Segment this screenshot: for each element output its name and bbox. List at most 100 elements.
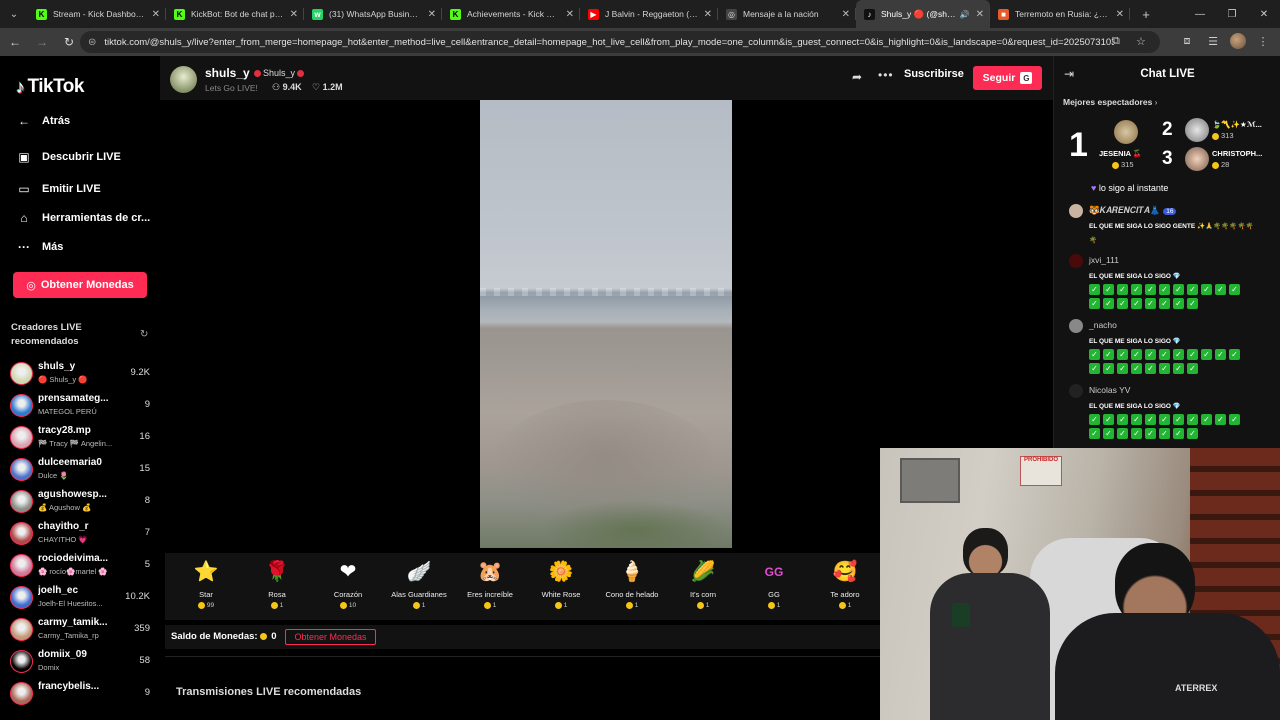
subscribe-button[interactable]: Suscribirse bbox=[904, 68, 964, 80]
chat-text: EL QUE ME SIGA LO SIGO 💎 bbox=[1089, 273, 1181, 280]
recommended-creator[interactable]: dulceemaria0 Dulce 🌷 15 bbox=[10, 455, 155, 485]
gift-item[interactable]: ⭐ Star 99 bbox=[174, 559, 238, 609]
maximize-icon[interactable]: ❐ bbox=[1216, 0, 1248, 28]
translate-icon[interactable]: ⧉ bbox=[1112, 35, 1120, 48]
recommended-creator[interactable]: tracy28.mp 🏁 Tracy 🏁 Angelin... 16 bbox=[10, 423, 155, 453]
check-emoji-icon: ✓ bbox=[1131, 349, 1142, 360]
reload-icon[interactable]: ↻ bbox=[57, 30, 81, 54]
forward-icon[interactable]: → bbox=[30, 30, 54, 54]
recommended-creator[interactable]: chayitho_r CHAYITHO 💗 7 bbox=[10, 519, 155, 549]
chat-message[interactable]: _nacho EL QUE ME SIGA LO SIGO 💎 ✓ ✓ ✓ ✓ ✓ ✓ ✓ ✓ ✓ ✓… bbox=[1069, 319, 1269, 379]
gift-cost: 10 bbox=[316, 602, 380, 609]
browser-tab[interactable]: ♪ Shuls_y 🔴 (@shul... 🔊 ✕ bbox=[856, 0, 990, 28]
recommended-creator[interactable]: agushowesp... 💰 Agushow 💰 8 bbox=[10, 487, 155, 517]
tab-close-icon[interactable]: ✕ bbox=[152, 9, 160, 20]
chat-message[interactable]: Nicolas YV EL QUE ME SIGA LO SIGO 💎 ✓ ✓ ✓ ✓ ✓ ✓… bbox=[1069, 384, 1269, 444]
browser-tab[interactable]: K Achievements - Kick Dash... ✕ bbox=[442, 0, 580, 28]
top-viewers-label[interactable]: Mejores espectadores › bbox=[1063, 97, 1158, 107]
chat-username[interactable]: jxvi_111 bbox=[1089, 255, 1119, 265]
get-coins-button[interactable]: ◎ Obtener Monedas bbox=[13, 272, 147, 298]
gift-cost: 1 bbox=[600, 602, 664, 609]
tab-close-icon[interactable]: ✕ bbox=[1116, 9, 1124, 20]
gift-item[interactable]: 🪽 Alas Guardianes 1 bbox=[387, 559, 451, 609]
tab-search-icon[interactable]: ⌄ bbox=[0, 0, 28, 28]
chat-user-avatar[interactable] bbox=[1069, 204, 1083, 218]
browser-tab-bar: ⌄ K Stream - Kick Dashboard ✕ K KickBot: Bot… bbox=[0, 0, 1280, 28]
chat-user-avatar[interactable] bbox=[1069, 384, 1083, 398]
profile-avatar[interactable] bbox=[1230, 33, 1246, 49]
creator-name: prensamateg... bbox=[38, 393, 109, 404]
recommended-creator[interactable]: joelh_ec Joelh-El Huesitos... 10.2K bbox=[10, 583, 155, 613]
streamer-avatar[interactable] bbox=[170, 66, 197, 93]
creator-name: shuls_y bbox=[38, 361, 76, 372]
sidebar-item-0[interactable]: ← Atrás bbox=[16, 114, 70, 128]
check-emoji-icon: ✓ bbox=[1159, 284, 1170, 295]
recommended-creator[interactable]: francybelis... 9 bbox=[10, 679, 155, 709]
browser-tab[interactable]: ■ Terremoto en Rusia: ¿A q... ✕ bbox=[990, 0, 1130, 28]
gift-item[interactable]: 🌽 It's corn 1 bbox=[671, 559, 735, 609]
extensions-icon[interactable]: ⧈ bbox=[1178, 32, 1196, 50]
recommended-creator[interactable]: rociodeivima... 🌸 rocío🌸martel 🌸 5 bbox=[10, 551, 155, 581]
tab-close-icon[interactable]: ✕ bbox=[290, 9, 298, 20]
close-window-icon[interactable]: ✕ bbox=[1248, 0, 1280, 28]
streamer-name[interactable]: shuls_y bbox=[205, 66, 250, 80]
bookmark-star-icon[interactable]: ☆ bbox=[1136, 35, 1146, 48]
balance-value: 0 bbox=[271, 631, 277, 642]
chat-user-avatar[interactable] bbox=[1069, 319, 1083, 333]
gift-item[interactable]: 🥰 Te adoro 1 bbox=[813, 559, 877, 609]
chat-user-avatar[interactable] bbox=[1069, 254, 1083, 268]
browser-tab[interactable]: w (31) WhatsApp Business ✕ bbox=[304, 0, 442, 28]
back-icon[interactable]: ← bbox=[3, 30, 27, 54]
follow-button[interactable]: Seguir G bbox=[973, 66, 1042, 90]
browser-tab[interactable]: K Stream - Kick Dashboard ✕ bbox=[28, 0, 166, 28]
sidebar-item-1[interactable]: ▣ Descubrir LIVE bbox=[16, 150, 121, 164]
browser-tab[interactable]: ▶ J Balvin - Reggaeton (Offi... ✕ bbox=[580, 0, 718, 28]
share-icon[interactable]: ➦ bbox=[852, 70, 862, 84]
recommended-creator[interactable]: shuls_y 🔴 Shuls_y 🔴 9.2K bbox=[10, 359, 155, 389]
chat-username[interactable]: _nacho bbox=[1089, 320, 1117, 330]
recommended-creator[interactable]: domiix_09 Domix 58 bbox=[10, 647, 155, 677]
new-tab-button[interactable]: + bbox=[1134, 7, 1158, 22]
heart-icon: ♡ bbox=[312, 82, 323, 92]
reading-list-icon[interactable]: ☰ bbox=[1204, 32, 1222, 50]
gift-item[interactable]: GG GG 1 bbox=[742, 559, 806, 609]
tab-audio-icon[interactable]: 🔊 bbox=[960, 10, 970, 19]
chat-message[interactable]: jxvi_111 EL QUE ME SIGA LO SIGO 💎 ✓ ✓ ✓ ✓ ✓ ✓ ✓ ✓… bbox=[1069, 254, 1269, 314]
top-viewer-avatar[interactable] bbox=[1185, 118, 1209, 142]
site-info-icon[interactable]: ⊜ bbox=[88, 37, 96, 48]
live-video[interactable] bbox=[480, 100, 732, 548]
like-count-text: 1.2M bbox=[322, 82, 343, 92]
top-viewers-text: Mejores espectadores bbox=[1063, 97, 1153, 107]
refresh-icon[interactable]: ↻ bbox=[140, 329, 148, 340]
recommended-creator[interactable]: prensamateg... MATEGOL PERÚ 9 bbox=[10, 391, 155, 421]
sidebar-item-4[interactable]: ··· Más bbox=[16, 240, 63, 254]
top-viewer-avatar[interactable] bbox=[1185, 147, 1209, 171]
tiktok-logo[interactable]: ♪ TikTok bbox=[16, 76, 84, 98]
sidebar-item-2[interactable]: ▭ Emitir LIVE bbox=[16, 182, 100, 196]
get-coins-outline-button[interactable]: Obtener Monedas bbox=[285, 629, 376, 645]
webcam-shirt-text: ATERREX bbox=[1175, 683, 1218, 693]
tab-close-icon[interactable]: ✕ bbox=[428, 9, 436, 20]
sidebar-item-3[interactable]: ⌂ Herramientas de cr... bbox=[16, 211, 150, 225]
tab-close-icon[interactable]: ✕ bbox=[704, 9, 712, 20]
browser-tab[interactable]: ◎ Mensaje a la nación ✕ bbox=[718, 0, 856, 28]
browser-tab[interactable]: K KickBot: Bot de chat pers... ✕ bbox=[166, 0, 304, 28]
chat-username[interactable]: Nicolas YV bbox=[1089, 385, 1130, 395]
tab-close-icon[interactable]: ✕ bbox=[976, 9, 984, 20]
gift-item[interactable]: ❤ Corazón 10 bbox=[316, 559, 380, 609]
gift-item[interactable]: 🌼 White Rose 1 bbox=[529, 559, 593, 609]
url-text[interactable]: tiktok.com/@shuls_y/live?enter_from_merg… bbox=[104, 37, 1114, 48]
minimize-icon[interactable]: — bbox=[1184, 0, 1216, 28]
browser-menu-icon[interactable]: ⋮ bbox=[1254, 32, 1272, 50]
more-options-icon[interactable]: ••• bbox=[878, 68, 894, 82]
chat-username[interactable]: 🐯𝑲𝑨𝑹𝑬𝑵𝑪𝑰𝑻𝑨👗 16 bbox=[1089, 205, 1177, 216]
recommended-creator[interactable]: carmy_tamik... Carmy_Tamika_rp 359 bbox=[10, 615, 155, 645]
creator-viewer-count: 359 bbox=[134, 623, 150, 634]
tab-close-icon[interactable]: ✕ bbox=[566, 9, 574, 20]
gift-item[interactable]: 🌹 Rosa 1 bbox=[245, 559, 309, 609]
gift-item[interactable]: 🐹 Eres increíble 1 bbox=[458, 559, 522, 609]
gift-item[interactable]: 🍦 Cono de helado 1 bbox=[600, 559, 664, 609]
tab-close-icon[interactable]: ✕ bbox=[842, 9, 850, 20]
address-bar[interactable]: ⊜ tiktok.com/@shuls_y/live?enter_from_me… bbox=[80, 31, 1160, 53]
top-viewer-avatar[interactable] bbox=[1114, 120, 1138, 144]
